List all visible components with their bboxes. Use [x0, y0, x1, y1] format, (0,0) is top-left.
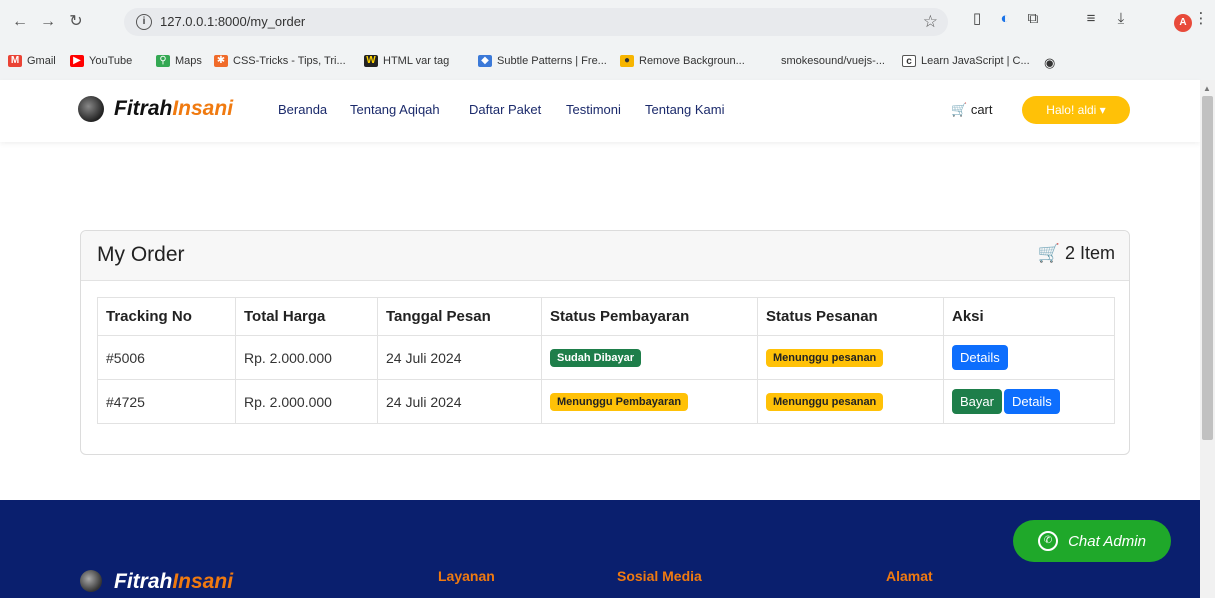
bookmark-youtube[interactable]: ▶ YouTube [70, 55, 132, 67]
forward-arrow-icon[interactable]: → [38, 12, 58, 32]
youtube-icon: ▶ [70, 55, 84, 67]
codecademy-icon: c [902, 55, 916, 67]
tracking-no: #4725 [97, 379, 236, 424]
nav-testimoni[interactable]: Testimoni [566, 102, 621, 117]
bookmark-learn-js[interactable]: c Learn JavaScript | C... [902, 55, 1030, 67]
order-status-badge: Menunggu pesanan [766, 393, 884, 411]
order-date: 24 Juli 2024 [377, 379, 542, 424]
bookmarks-bar: M Gmail ▶ YouTube ⚲ Maps ✱ CSS-Tricks - Tips… [0, 52, 1215, 74]
extension-circle-icon[interactable]: ◐ [996, 10, 1014, 28]
order-status-badge: Menunggu pesanan [766, 349, 884, 367]
github-icon [762, 55, 776, 67]
bookmark-gmail[interactable]: M Gmail [8, 55, 56, 67]
table-header-row: Tracking No Total Harga Tanggal Pesan St… [97, 297, 1115, 336]
maps-icon: ⚲ [156, 55, 170, 67]
payment-status-badge: Menunggu Pembayaran [550, 393, 689, 411]
bookmark-maps[interactable]: ⚲ Maps [156, 55, 202, 67]
download-icon[interactable]: ⤓ [1112, 10, 1130, 28]
site-navbar: FitrahInsani Beranda Tentang Aqiqah Daft… [0, 80, 1200, 142]
col-payment-status: Status Pembayaran [541, 297, 758, 336]
order-date: 24 Juli 2024 [377, 335, 542, 380]
footer-col-sosial-media: Sosial Media [617, 568, 702, 584]
bookmark-css-tricks[interactable]: ✱ CSS-Tricks - Tips, Tri... [214, 55, 346, 67]
site-info-icon[interactable]: i [136, 14, 152, 30]
bookmark-html-var[interactable]: W HTML var tag [364, 55, 449, 67]
back-arrow-icon[interactable]: ← [10, 12, 30, 32]
puzzle-icon[interactable]: ⧉ [1024, 10, 1042, 28]
footer-col-alamat: Alamat [886, 568, 933, 584]
col-date: Tanggal Pesan [377, 297, 542, 336]
footer-logo[interactable]: FitrahInsani [114, 570, 233, 594]
details-button[interactable]: Details [952, 345, 1008, 370]
bookmark-vuejs[interactable]: smokesound/vuejs-... [762, 55, 885, 67]
nav-tentang-aqiqah[interactable]: Tentang Aqiqah [350, 102, 440, 117]
total-price: Rp. 2.000.000 [235, 379, 378, 424]
col-action: Aksi [943, 297, 1115, 336]
order-table: Tracking No Total Harga Tanggal Pesan St… [97, 297, 1115, 424]
bookmark-star-icon[interactable]: ☆ [923, 12, 938, 32]
order-card-header: My Order 🛒 2 Item [81, 231, 1129, 281]
reload-icon[interactable]: ↻ [66, 12, 86, 32]
browser-chrome: ← → ↻ i 127.0.0.1:8000/my_order ☆ ▯ ◐ ⧉ … [0, 0, 1215, 80]
table-row: #5006 Rp. 2.000.000 24 Juli 2024 Sudah D… [97, 335, 1115, 380]
cart-link[interactable]: 🛒 cart [951, 102, 992, 118]
pay-button[interactable]: Bayar [952, 389, 1002, 414]
table-row: #4725 Rp. 2.000.000 24 Juli 2024 Menungg… [97, 379, 1115, 424]
scrollbar-thumb[interactable] [1202, 96, 1213, 440]
tracking-no: #5006 [97, 335, 236, 380]
logo-goat-icon[interactable] [78, 96, 104, 122]
col-order-status: Status Pesanan [757, 297, 944, 336]
css-tricks-icon: ✱ [214, 55, 228, 67]
cart-icon: 🛒 [1037, 243, 1060, 263]
bookmark-subtle-patterns[interactable]: ◆ Subtle Patterns | Fre... [478, 55, 607, 67]
nav-daftar-paket[interactable]: Daftar Paket [469, 102, 541, 117]
order-card: My Order 🛒 2 Item Tracking No Total Harg… [80, 230, 1130, 455]
page-title: My Order [97, 243, 185, 266]
gmail-icon: M [8, 55, 22, 67]
globe-icon[interactable]: ◉ [1044, 55, 1055, 71]
reading-list-icon[interactable]: ≡ [1082, 10, 1100, 28]
w3-icon: W [364, 55, 378, 67]
col-tracking: Tracking No [97, 297, 236, 336]
remove-bg-icon: ● [620, 55, 634, 67]
footer-logo-icon [80, 570, 102, 592]
scroll-up-icon[interactable]: ▲ [1203, 84, 1211, 93]
site-logo[interactable]: FitrahInsani [114, 97, 233, 121]
whatsapp-icon: ✆ [1038, 531, 1059, 551]
col-total: Total Harga [235, 297, 378, 336]
details-button[interactable]: Details [1003, 389, 1060, 414]
menu-icon[interactable]: ⋮ [1192, 10, 1210, 28]
item-count: 🛒 2 Item [1037, 243, 1115, 263]
nav-beranda[interactable]: Beranda [278, 102, 327, 117]
total-price: Rp. 2.000.000 [235, 335, 378, 380]
footer-col-layanan: Layanan [438, 568, 495, 584]
profile-avatar[interactable]: A [1174, 14, 1192, 32]
url-text[interactable]: 127.0.0.1:8000/my_order [160, 14, 305, 29]
extension-icon[interactable]: ▯ [968, 10, 986, 28]
user-dropdown-button[interactable]: Halo! aldi ▾ [1022, 96, 1130, 124]
chat-admin-button[interactable]: ✆ Chat Admin [1013, 520, 1171, 562]
address-bar[interactable]: i 127.0.0.1:8000/my_order ☆ [124, 8, 948, 36]
payment-status-badge: Sudah Dibayar [550, 349, 642, 367]
address-row: ← → ↻ i 127.0.0.1:8000/my_order ☆ ▯ ◐ ⧉ … [0, 4, 1215, 40]
nav-tentang-kami[interactable]: Tentang Kami [645, 102, 725, 117]
subtle-patterns-icon: ◆ [478, 55, 492, 67]
cart-icon: 🛒 [951, 102, 968, 117]
bookmark-remove-bg[interactable]: ● Remove Backgroun... [620, 55, 745, 67]
